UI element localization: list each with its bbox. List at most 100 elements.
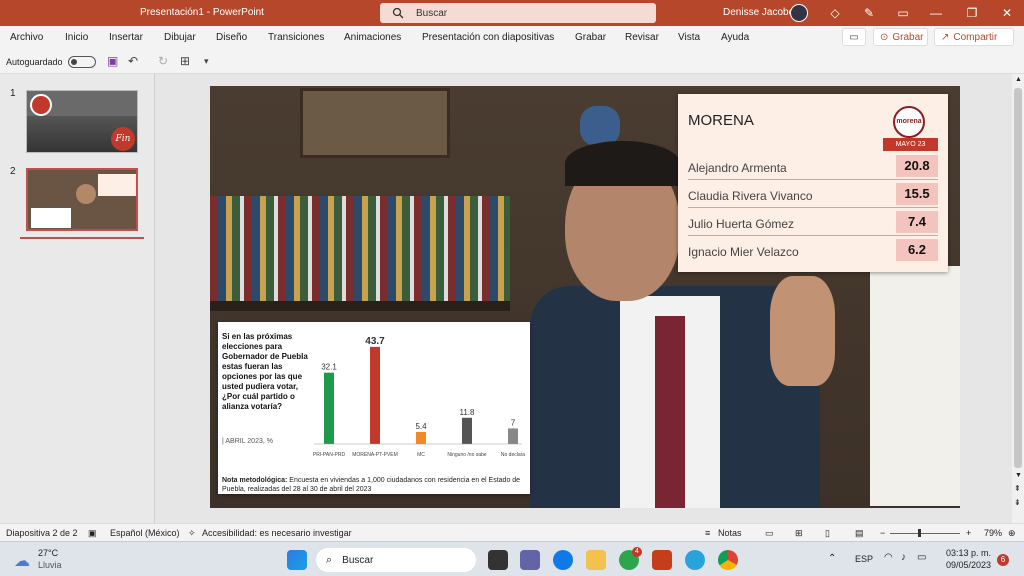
taskview-icon[interactable]: [488, 550, 508, 570]
windows-icon[interactable]: [287, 550, 307, 570]
powerpoint-icon[interactable]: [652, 550, 672, 570]
tab-transiciones[interactable]: Transiciones: [268, 32, 324, 43]
raised-hand: [770, 276, 835, 386]
clock-time[interactable]: 03:13 p. m.: [946, 548, 991, 558]
tray-chevron-icon[interactable]: ⌃: [828, 553, 836, 564]
folder-icon[interactable]: [586, 550, 606, 570]
slideshow-icon[interactable]: ▤: [855, 528, 864, 539]
sorter-view-icon[interactable]: ⊞: [795, 528, 803, 539]
scroll-thumb[interactable]: [1014, 88, 1022, 468]
input-language[interactable]: ESP: [855, 554, 873, 564]
next-slide-icon[interactable]: ⇟: [1014, 498, 1021, 507]
zoom-out-icon[interactable]: −: [880, 528, 885, 538]
ribbon-tabs: Archivo Inicio Insertar Dibujar Diseño T…: [0, 26, 1024, 48]
tab-presentacion[interactable]: Presentación con diapositivas: [422, 32, 554, 43]
autosave-toggle[interactable]: [68, 56, 96, 68]
clock-date[interactable]: 09/05/2023: [946, 560, 991, 570]
tab-diseno[interactable]: Diseño: [216, 32, 247, 43]
language-status[interactable]: Español (México): [110, 528, 180, 538]
weather-temp[interactable]: 27°C: [38, 548, 58, 558]
candidate-name: Ignacio Mier Velazco: [688, 245, 799, 259]
zoom-slider-thumb[interactable]: [918, 529, 921, 537]
user-name[interactable]: Denisse Jacobo: [723, 7, 794, 18]
tab-dibujar[interactable]: Dibujar: [164, 32, 196, 43]
close-icon[interactable]: ✕: [999, 5, 1015, 21]
redo-icon[interactable]: ↻: [158, 54, 168, 68]
normal-view-icon[interactable]: ▭: [765, 528, 774, 539]
slide-canvas: MORENA morena MAYO 23 Alejandro Armenta 2…: [156, 74, 1012, 523]
notes-button[interactable]: Notas: [718, 528, 742, 538]
present-icon[interactable]: ⊞: [180, 54, 190, 68]
slide-1-number: 1: [10, 88, 16, 99]
zoom-level[interactable]: 79%: [984, 528, 1002, 538]
bar-1: [370, 346, 380, 444]
slide-2[interactable]: MORENA morena MAYO 23 Alejandro Armenta 2…: [210, 86, 960, 508]
restore-icon[interactable]: ▭: [895, 5, 911, 21]
vertical-scrollbar[interactable]: ▲ ▼ ⇞ ⇟: [1012, 74, 1024, 523]
tab-grabar[interactable]: Grabar: [575, 32, 606, 43]
undo-icon[interactable]: ↶: [128, 54, 138, 68]
thumb-chart: [31, 208, 71, 228]
tab-archivo[interactable]: Archivo: [10, 32, 43, 43]
maximize-icon[interactable]: ❐: [964, 5, 980, 21]
candidate-value: 20.8: [896, 155, 938, 177]
zoom-slider[interactable]: [890, 533, 960, 534]
slide-1-thumbnail[interactable]: Fin: [26, 90, 138, 153]
comment-button[interactable]: ▭: [842, 28, 866, 46]
taskbar-search-icon: ⌕: [326, 553, 333, 566]
edge-icon[interactable]: [553, 550, 573, 570]
comment-icon: ▭: [849, 31, 859, 43]
bar-value-label: 43.7: [365, 336, 385, 347]
wifi-icon[interactable]: ◠: [884, 552, 893, 563]
search-box[interactable]: Buscar: [380, 3, 656, 23]
tab-insertar[interactable]: Insertar: [109, 32, 143, 43]
month-label: MAYO 23: [883, 138, 938, 151]
slide-2-number: 2: [10, 166, 16, 177]
avatar[interactable]: [790, 4, 808, 22]
volume-icon[interactable]: ♪: [901, 552, 906, 563]
tab-animaciones[interactable]: Animaciones: [344, 32, 401, 43]
telegram-icon[interactable]: [685, 550, 705, 570]
scroll-up-icon[interactable]: ▲: [1015, 76, 1022, 83]
chrome-icon[interactable]: [718, 550, 738, 570]
tab-revisar[interactable]: Revisar: [625, 32, 659, 43]
quick-access-toolbar: Autoguardado ▣ ↶ ↻ ⊞ ▾: [0, 48, 1024, 74]
fit-slide-icon[interactable]: ⊕: [1008, 528, 1016, 539]
customize-icon[interactable]: ▾: [204, 56, 209, 67]
zoom-in-icon[interactable]: +: [966, 528, 971, 538]
candidate-value: 6.2: [896, 239, 938, 261]
accessibility-status[interactable]: Accesibilidad: es necesario investigar: [202, 528, 352, 538]
spellcheck-icon[interactable]: ▣: [88, 528, 97, 539]
taskbar-search[interactable]: ⌕ Buscar: [316, 548, 476, 572]
record-button[interactable]: ⊙ Grabar: [873, 28, 928, 46]
autosave-label: Autoguardado: [6, 57, 63, 67]
morena-logo: morena: [893, 106, 925, 138]
pen-icon[interactable]: ✎: [861, 5, 877, 21]
weather-desc[interactable]: Lluvia: [38, 560, 62, 570]
notification-badge[interactable]: 6: [997, 554, 1009, 566]
scroll-down-icon[interactable]: ▼: [1015, 472, 1022, 479]
bar-value-label: 5.4: [415, 422, 427, 431]
bar-category-label: MC: [417, 452, 425, 458]
save-icon[interactable]: ▣: [107, 54, 118, 68]
prev-slide-icon[interactable]: ⇞: [1014, 484, 1021, 493]
morena-table: MORENA morena MAYO 23 Alejandro Armenta 2…: [678, 94, 948, 272]
share-button[interactable]: ↗ Compartir: [934, 28, 1014, 46]
tab-ayuda[interactable]: Ayuda: [721, 32, 749, 43]
status-bar: Diapositiva 2 de 2 ▣ Español (México) ✧ …: [0, 523, 1024, 541]
minimize-icon[interactable]: —: [928, 5, 944, 21]
tab-vista[interactable]: Vista: [678, 32, 700, 43]
reading-view-icon[interactable]: ▯: [825, 528, 830, 539]
teams-icon[interactable]: [520, 550, 540, 570]
slide-2-thumbnail[interactable]: [26, 168, 138, 231]
teams-badge: 4: [632, 547, 642, 557]
bar-value-label: 32.1: [321, 363, 337, 372]
tab-inicio[interactable]: Inicio: [65, 32, 88, 43]
person-hair: [565, 141, 680, 186]
vase: [580, 106, 620, 146]
battery-icon[interactable]: ▭: [917, 552, 926, 563]
weather-icon[interactable]: ☁: [14, 551, 30, 571]
framed-picture: [300, 88, 450, 158]
diamond-icon[interactable]: ◇: [827, 5, 843, 21]
bar-2: [416, 432, 426, 444]
